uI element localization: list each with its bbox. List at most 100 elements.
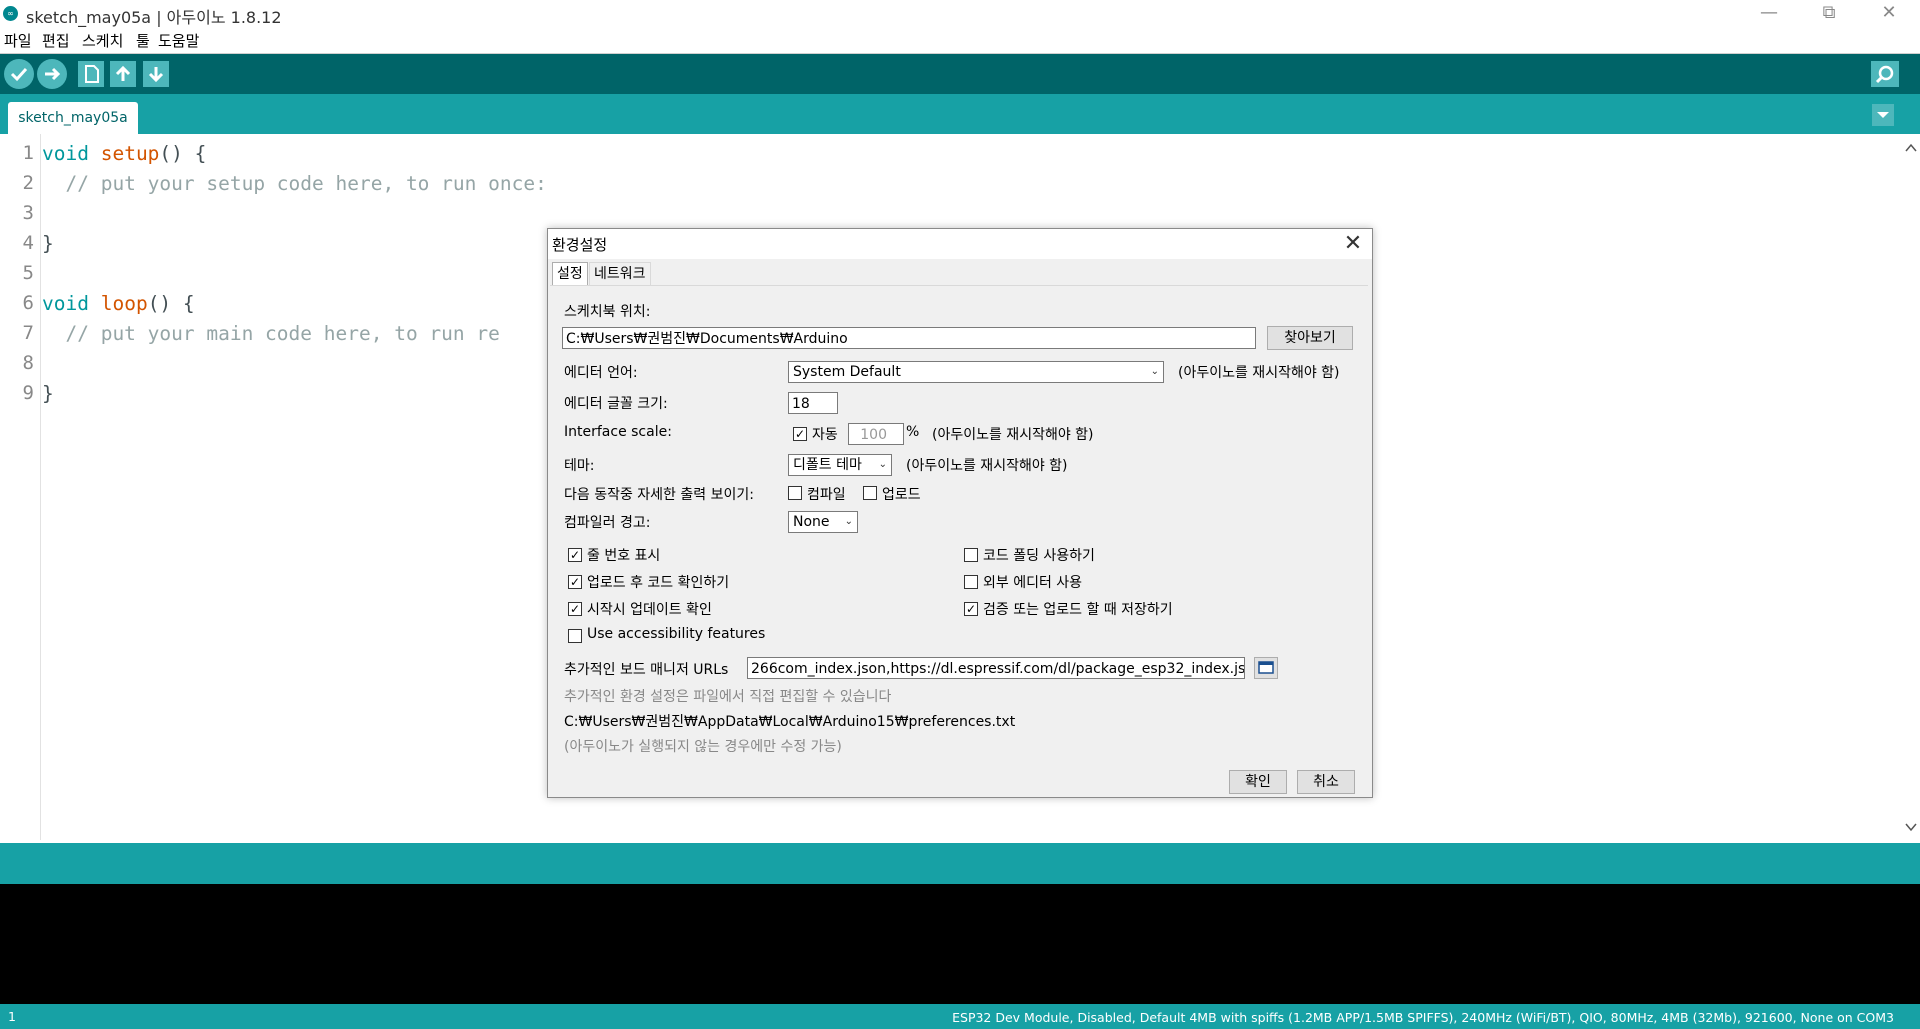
edit-only-when-closed-note: (아두이노가 실행되지 않는 경우에만 수정 가능) — [564, 739, 842, 755]
upload-button[interactable] — [37, 59, 67, 89]
arduino-logo-icon: ∞ — [3, 6, 18, 21]
line-number: 2 — [22, 172, 34, 194]
serial-monitor-button[interactable] — [1871, 61, 1899, 87]
menu-edit[interactable]: 편집 — [42, 30, 70, 51]
close-window-icon[interactable]: ✕ — [1866, 0, 1912, 28]
compiler-warnings-label: 컴파일러 경고: — [564, 515, 651, 531]
font-size-label: 에디터 글꼴 크기: — [564, 396, 668, 412]
toolbar — [0, 54, 1920, 94]
code-comment: // put your main code here, to run re — [42, 322, 500, 345]
chevron-down-icon: ⌄ — [844, 516, 853, 527]
line-number: 6 — [22, 292, 34, 314]
new-sketch-button[interactable] — [78, 61, 104, 87]
checkbox-label: 업로드 후 코드 확인하기 — [587, 575, 730, 591]
menu-bar — [0, 28, 1920, 54]
verbose-output-label: 다음 동작중 자세한 출력 보이기: — [564, 487, 754, 503]
theme-label: 테마: — [564, 458, 595, 474]
line-number: 9 — [22, 382, 34, 404]
percent-sign: % — [906, 424, 920, 440]
editor-scrollbar[interactable] — [1902, 134, 1920, 840]
code-line: void setup() { — [42, 142, 206, 165]
code-folding-checkbox[interactable] — [964, 548, 978, 562]
editor-language-select[interactable]: System Default ⌄ — [788, 361, 1164, 383]
compiler-warnings-select[interactable]: None ⌄ — [788, 511, 858, 533]
line-number: 7 — [22, 322, 34, 344]
line-number: 1 — [22, 142, 34, 164]
verbose-upload-checkbox[interactable] — [863, 486, 877, 500]
menu-sketch[interactable]: 스케치 — [82, 30, 123, 51]
menu-file[interactable]: 파일 — [4, 30, 32, 51]
function-name: setup — [100, 142, 160, 165]
checkbox-label: Use accessibility features — [587, 626, 766, 642]
tab-sketch[interactable]: sketch_may05a — [8, 102, 138, 134]
keyword: void — [42, 292, 89, 315]
restart-note-scale: (아두이노를 재시작해야 함) — [932, 427, 1094, 443]
board-urls-input[interactable]: 266com_index.json,https://dl.espressif.c… — [747, 657, 1245, 679]
tab-strip — [0, 94, 1920, 134]
editor-language-label: 에디터 언어: — [564, 365, 638, 381]
edit-urls-button[interactable] — [1254, 657, 1278, 679]
restore-icon[interactable]: ⧉ — [1806, 0, 1852, 28]
external-editor-checkbox[interactable] — [964, 575, 978, 589]
interface-scale-label: Interface scale: — [564, 424, 672, 440]
restart-note-theme: (아두이노를 재시작해야 함) — [906, 458, 1068, 474]
menu-help[interactable]: 도움말 — [158, 30, 199, 51]
verbose-compile-checkbox[interactable] — [788, 486, 802, 500]
sketchbook-path-input[interactable]: C:₩Users₩권범진₩Documents₩Arduino — [562, 327, 1256, 349]
line-number: 5 — [22, 262, 34, 284]
scroll-arrows-icon — [1905, 143, 1917, 832]
title-bar — [0, 0, 1920, 28]
browse-button[interactable]: 찾아보기 — [1267, 326, 1353, 350]
tab-menu-button[interactable] — [1872, 104, 1894, 126]
verify-after-upload-checkbox[interactable]: ✓ — [568, 575, 582, 589]
board-info: ESP32 Dev Module, Disabled, Default 4MB … — [952, 1010, 1894, 1025]
code-text: () { — [147, 292, 195, 315]
menu-tools[interactable]: 툴 — [136, 30, 150, 51]
chevron-down-icon — [1877, 112, 1889, 118]
arrow-up-icon — [115, 65, 131, 81]
cancel-button[interactable]: 취소 — [1297, 770, 1355, 794]
checkbox-label: 코드 폴딩 사용하기 — [983, 548, 1095, 564]
save-sketch-button[interactable] — [143, 61, 169, 87]
tab-settings[interactable]: 설정 — [552, 262, 588, 285]
save-on-verify-checkbox[interactable]: ✓ — [964, 602, 978, 616]
arrow-right-icon — [45, 67, 61, 81]
tab-network[interactable]: 네트워크 — [589, 262, 651, 285]
dialog-titlebar — [548, 229, 1372, 259]
dialog-close-icon[interactable]: ✕ — [1338, 230, 1368, 258]
code-comment: // put your setup code here, to run once… — [42, 172, 547, 195]
console-header — [0, 843, 1920, 884]
auto-label: 자동 — [812, 427, 838, 443]
open-sketch-button[interactable] — [110, 61, 136, 87]
select-value: 디폴트 테마 — [793, 457, 862, 473]
checkbox-label: 검증 또는 업로드 할 때 저장하기 — [983, 602, 1173, 618]
function-name: loop — [100, 292, 148, 315]
checkbox-label: 줄 번호 표시 — [587, 548, 661, 564]
code-line: } — [42, 382, 54, 405]
code-text: () { — [159, 142, 207, 165]
font-size-input[interactable]: 18 — [788, 392, 838, 414]
console-output[interactable] — [0, 884, 1920, 1004]
verify-button[interactable] — [4, 59, 34, 89]
arrow-down-icon — [148, 67, 164, 83]
code-line: void loop() { — [42, 292, 195, 315]
ok-button[interactable]: 확인 — [1229, 770, 1287, 794]
select-value: System Default — [793, 364, 901, 380]
scale-stepper[interactable]: 100 — [848, 423, 904, 445]
check-updates-checkbox[interactable]: ✓ — [568, 602, 582, 616]
show-line-numbers-checkbox[interactable]: ✓ — [568, 548, 582, 562]
line-number: 4 — [22, 232, 34, 254]
preferences-dialog: 환경설정 ✕ 설정 네트워크 스케치북 위치: C:₩Users₩권범진₩Doc… — [547, 228, 1373, 798]
board-urls-label: 추가적인 보드 매니저 URLs — [564, 662, 729, 678]
window-icon — [1258, 661, 1274, 674]
accessibility-checkbox[interactable] — [568, 629, 582, 643]
auto-scale-checkbox[interactable]: ✓ — [793, 427, 807, 441]
restart-note: (아두이노를 재시작해야 함) — [1178, 365, 1340, 381]
chevron-down-icon: ⌄ — [878, 459, 887, 470]
minimize-icon[interactable]: — — [1746, 0, 1792, 28]
upload-label: 업로드 — [882, 487, 921, 503]
theme-select[interactable]: 디폴트 테마 ⌄ — [788, 454, 892, 476]
sketchbook-label: 스케치북 위치: — [564, 304, 651, 320]
dialog-title: 환경설정 — [552, 236, 608, 254]
status-line-number: 1 — [8, 1009, 16, 1024]
